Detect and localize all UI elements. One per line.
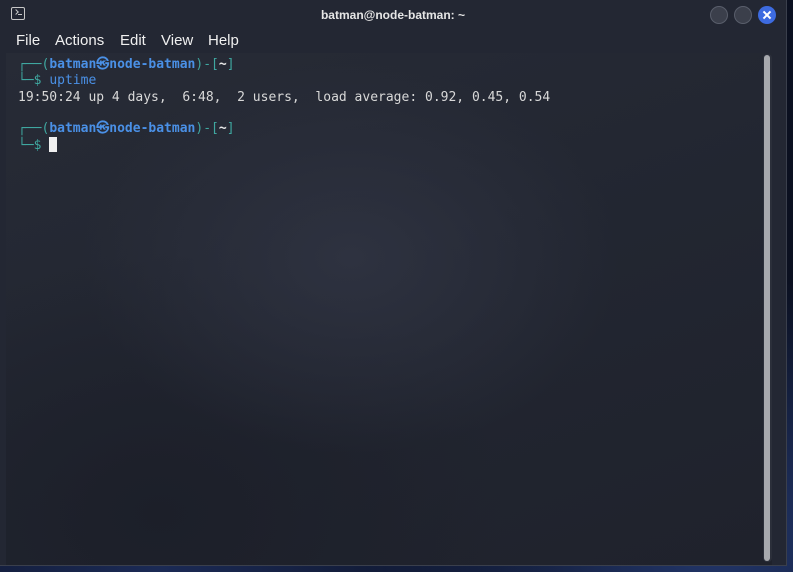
prompt-bracket-open: ┌──( <box>18 121 50 136</box>
prompt-separator: )-[ <box>195 121 219 136</box>
prompt-line-2: ┌──(batman㉿node-batman)-[~] <box>18 121 235 137</box>
prompt-user-host: batman㉿node-batman <box>49 121 196 136</box>
prompt-dollar: └─$ <box>18 138 42 153</box>
menu-actions[interactable]: Actions <box>55 30 104 52</box>
scrollbar[interactable] <box>763 54 772 562</box>
menu-edit[interactable]: Edit <box>120 30 146 52</box>
prompt-bracket-close: ] <box>226 121 235 136</box>
terminal-window: batman@node-batman: ~ File Actions Edit … <box>0 0 787 566</box>
prompt-separator: )-[ <box>195 57 219 72</box>
prompt-user-host: batman㉿node-batman <box>49 57 196 72</box>
close-button[interactable] <box>758 6 776 24</box>
prompt-line-1: ┌──(batman㉿node-batman)-[~] <box>18 57 235 73</box>
prompt-dollar: └─$ <box>18 73 42 88</box>
uptime-output: 19:50:24 up 4 days, 6:48, 2 users, load … <box>18 90 551 105</box>
prompt-directory: ~ <box>218 121 227 136</box>
menu-view[interactable]: View <box>161 30 193 52</box>
prompt-bracket-open: ┌──( <box>18 57 50 72</box>
command-text: uptime <box>49 73 97 88</box>
menu-file[interactable]: File <box>16 30 40 52</box>
prompt-bracket-close: ] <box>226 57 235 72</box>
terminal-area[interactable]: ┌──(batman㉿node-batman)-[~] └─$ uptime 1… <box>6 53 772 565</box>
menu-help[interactable]: Help <box>208 30 239 52</box>
minimize-button[interactable] <box>710 6 728 24</box>
text-cursor <box>49 137 58 152</box>
title-bar[interactable]: batman@node-batman: ~ <box>0 0 786 30</box>
menu-bar: File Actions Edit View Help <box>0 30 786 52</box>
prompt-directory: ~ <box>218 57 227 72</box>
command-line-1: └─$ uptime <box>18 73 96 89</box>
window-title: batman@node-batman: ~ <box>320 8 466 22</box>
command-line-2[interactable]: └─$ <box>18 137 58 153</box>
scrollbar-thumb[interactable] <box>764 55 770 561</box>
maximize-button[interactable] <box>734 6 752 24</box>
